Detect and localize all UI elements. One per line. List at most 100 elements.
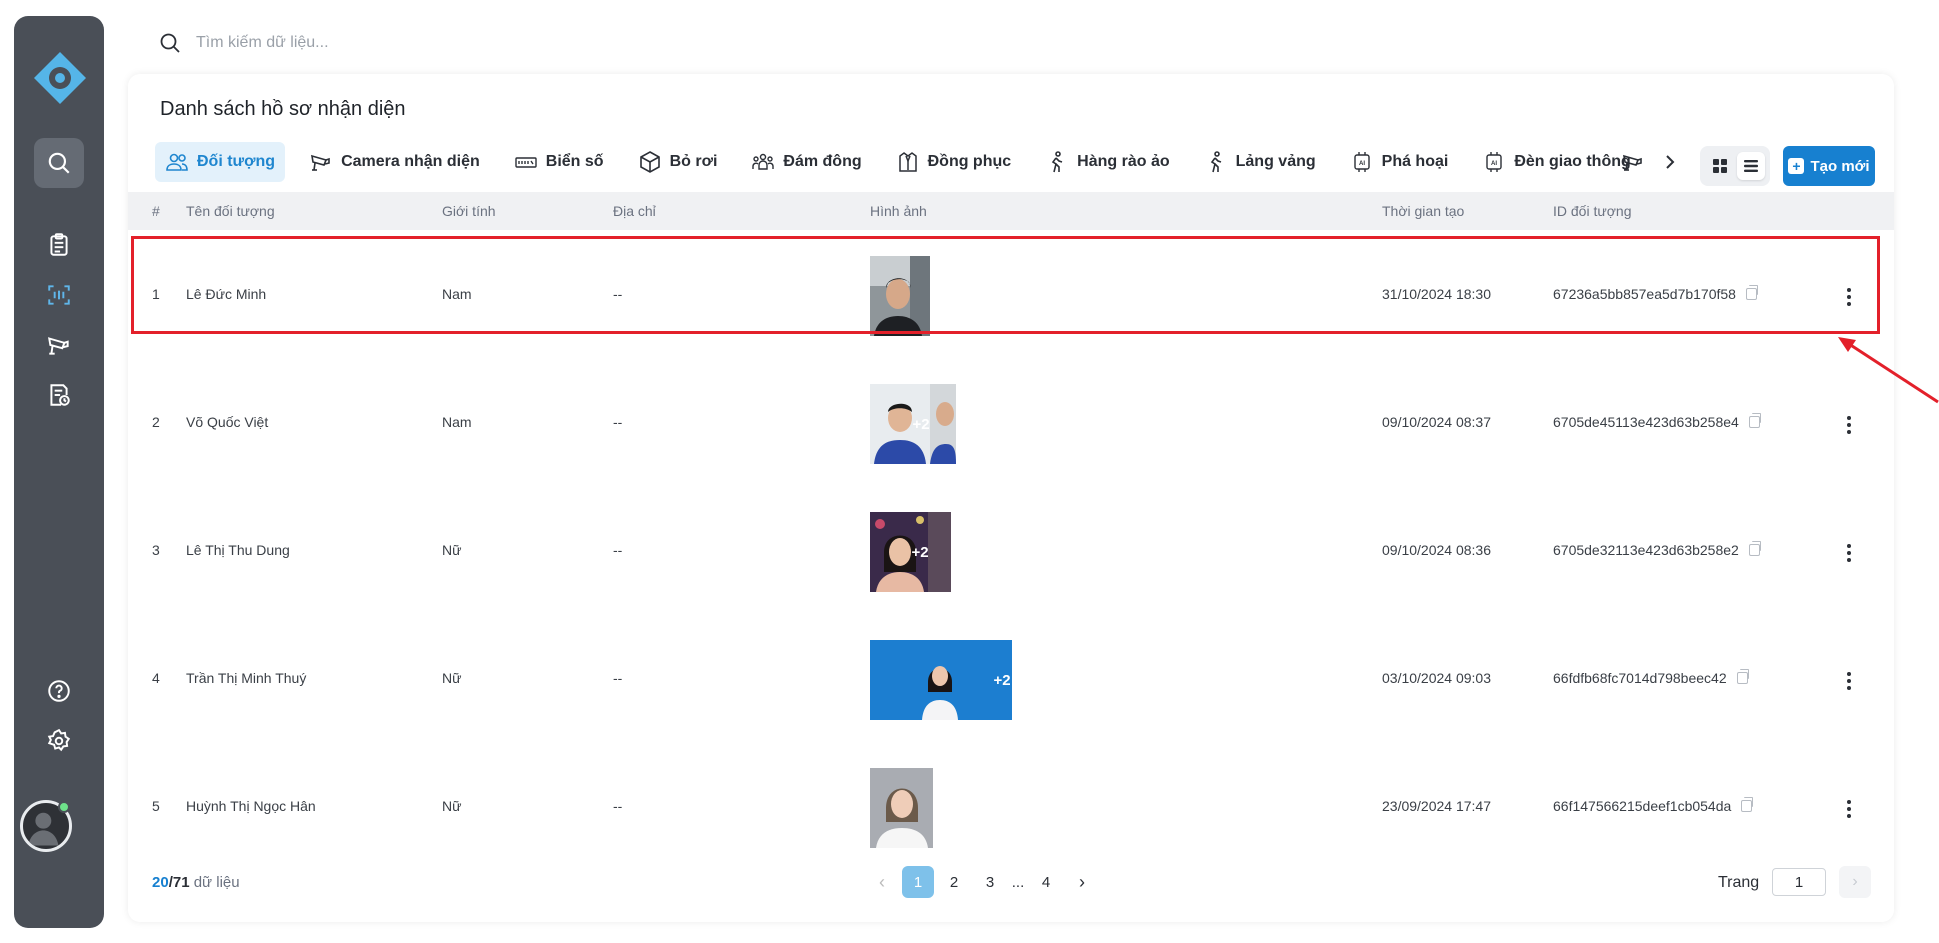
- sidebar-clipboard-button[interactable]: [34, 220, 84, 270]
- page-jump-go-button[interactable]: ›: [1839, 866, 1871, 898]
- row-image[interactable]: [870, 768, 933, 848]
- plus-icon: +: [1788, 158, 1805, 174]
- row-image[interactable]: [870, 256, 930, 336]
- row-index: 4: [152, 670, 160, 686]
- tab-bo-roi[interactable]: Bỏ rơi: [628, 142, 728, 182]
- app-logo[interactable]: [34, 52, 86, 104]
- tab-label: Bỏ rơi: [669, 153, 718, 170]
- table-row[interactable]: 5 Huỳnh Thị Ngọc Hân Nữ -- 23/09/2024 17…: [128, 744, 1894, 872]
- create-new-button[interactable]: + Tạo mới: [1783, 146, 1875, 186]
- row-gender: Nam: [442, 286, 472, 302]
- svg-text:AI: AI: [1491, 161, 1497, 167]
- row-image[interactable]: +2: [870, 640, 1012, 720]
- row-index: 2: [152, 414, 160, 430]
- row-gender: Nữ: [442, 542, 462, 558]
- row-id-text: 6705de45113e423d63b258e4: [1553, 414, 1739, 430]
- row-name: Lê Thị Thu Dung: [186, 542, 290, 558]
- header-address: Địa chỉ: [613, 203, 656, 219]
- table-row[interactable]: 3 Lê Thị Thu Dung Nữ -- +2 09/10/2024 08…: [128, 488, 1894, 616]
- chevron-right-icon[interactable]: [1660, 152, 1680, 172]
- row-id: 6705de32113e423d63b258e2: [1553, 541, 1761, 558]
- page-button[interactable]: 2: [938, 866, 970, 898]
- tab-label: Đối tượng: [197, 153, 276, 170]
- crowd-icon: [752, 153, 775, 170]
- row-actions-button[interactable]: [1846, 800, 1852, 818]
- tab-den-giao-thong[interactable]: AI Đèn giao thông: [1472, 142, 1640, 182]
- copy-icon[interactable]: [1736, 669, 1749, 684]
- table-row[interactable]: 4 Trần Thị Minh Thuý Nữ -- +2 03/10/2024…: [128, 616, 1894, 744]
- tab-label: Biển số: [545, 153, 604, 170]
- sidebar-help-button[interactable]: [34, 666, 84, 716]
- sidebar-face-scan-button[interactable]: [34, 270, 84, 320]
- copy-icon[interactable]: [1745, 285, 1758, 300]
- pagination: ‹ 1 2 3 ... 4 ›: [864, 866, 1100, 898]
- page-jump-input[interactable]: [1772, 868, 1826, 896]
- users-icon: [166, 153, 188, 171]
- row-actions-button[interactable]: [1846, 416, 1852, 434]
- global-search[interactable]: [158, 28, 758, 58]
- page-jump-label: Trang: [1718, 874, 1760, 891]
- table-header: # Tên đối tượng Giới tính Địa chỉ Hình ả…: [128, 192, 1894, 230]
- ai-chip-icon: AI: [1486, 152, 1503, 172]
- ai-chip-icon: AI: [1353, 152, 1370, 172]
- face-photo: +2: [870, 640, 1012, 720]
- tab-label: Phá hoại: [1381, 153, 1449, 170]
- row-address: --: [613, 670, 623, 686]
- copy-icon[interactable]: [1748, 413, 1761, 428]
- row-index: 3: [152, 542, 160, 558]
- next-page-button[interactable]: ›: [1066, 866, 1098, 898]
- table-row[interactable]: 1 Lê Đức Minh Nam -- 31/10/2024 18:30 67…: [128, 232, 1894, 360]
- tab-pha-hoai[interactable]: AI Phá hoại: [1340, 142, 1459, 182]
- row-created: 09/10/2024 08:36: [1382, 542, 1491, 558]
- row-actions-button[interactable]: [1846, 288, 1852, 306]
- camera-icon: [311, 154, 330, 171]
- row-id: 67236a5bb857ea5d7b170f58: [1553, 285, 1758, 302]
- page-button[interactable]: 4: [1030, 866, 1062, 898]
- row-image[interactable]: +2: [870, 384, 956, 464]
- copy-icon[interactable]: [1748, 541, 1761, 556]
- list-icon: [1743, 160, 1758, 172]
- uniform-icon: [898, 152, 917, 172]
- tab-bien-so[interactable]: Biển số: [504, 142, 614, 182]
- row-image[interactable]: +2: [870, 512, 951, 592]
- page-button[interactable]: 1: [902, 866, 934, 898]
- search-icon: [160, 33, 180, 53]
- tab-dong-phuc[interactable]: Đồng phục: [886, 142, 1022, 182]
- tab-camera-nhan-dien[interactable]: Camera nhận diện: [299, 142, 490, 182]
- row-address: --: [613, 542, 623, 558]
- table-row[interactable]: 2 Võ Quốc Việt Nam -- +2 09/10/2024 08:3…: [128, 360, 1894, 488]
- tab-label: Camera nhận diện: [341, 153, 480, 170]
- report-clock-icon: [50, 384, 70, 406]
- table-footer: 20/71 dữ liệu ‹ 1 2 3 ... 4 › Trang ›: [128, 864, 1894, 904]
- row-address: --: [613, 286, 623, 302]
- row-gender: Nữ: [442, 798, 462, 814]
- sidebar-report-button[interactable]: [34, 370, 84, 420]
- page-button[interactable]: 3: [974, 866, 1006, 898]
- online-status-dot: [58, 801, 70, 813]
- camera-icon[interactable]: [1620, 150, 1646, 174]
- help-icon: [48, 680, 70, 702]
- row-gender: Nữ: [442, 670, 462, 686]
- svg-text:AI: AI: [1359, 161, 1365, 167]
- row-actions-button[interactable]: [1846, 544, 1852, 562]
- copy-icon[interactable]: [1741, 797, 1754, 812]
- sidebar-camera-button[interactable]: [34, 320, 84, 370]
- tab-doi-tuong[interactable]: Đối tượng: [155, 142, 286, 182]
- header-created: Thời gian tạo: [1382, 203, 1465, 219]
- grid-view-button[interactable]: [1706, 152, 1734, 180]
- search-input[interactable]: [196, 34, 716, 52]
- face-photo: [870, 256, 930, 336]
- profile-list-card: Danh sách hồ sơ nhận diện Đối tượng Came…: [128, 74, 1894, 922]
- sidebar-settings-button[interactable]: [34, 716, 84, 766]
- row-actions-button[interactable]: [1846, 672, 1852, 690]
- tab-lang-vang[interactable]: Lảng vảng: [1194, 142, 1326, 182]
- search-icon: [48, 152, 70, 174]
- list-view-button[interactable]: [1736, 152, 1765, 180]
- tab-dam-dong[interactable]: Đám đông: [741, 142, 871, 182]
- sidebar: [14, 16, 104, 928]
- face-photo: +2: [870, 384, 956, 464]
- tab-hang-rao-ao[interactable]: Hàng rào ảo: [1035, 142, 1179, 182]
- prev-page-button[interactable]: ‹: [866, 866, 898, 898]
- sidebar-search-button[interactable]: [34, 138, 84, 188]
- shown-count: 20: [152, 874, 169, 891]
